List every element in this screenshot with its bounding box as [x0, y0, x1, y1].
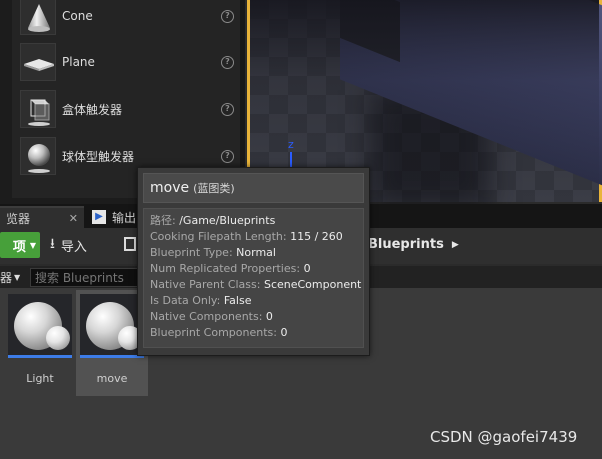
place-item-label: 球体型触发器: [62, 149, 135, 164]
download-icon: ⭳: [50, 236, 55, 252]
close-icon[interactable]: ✕: [69, 212, 78, 225]
place-item-plane[interactable]: Plane ?: [20, 40, 240, 84]
import-button[interactable]: ⭳ 导入: [50, 232, 87, 258]
tooltip-header: move (蓝图类): [143, 173, 364, 203]
add-new-label: 项: [12, 239, 26, 255]
tooltip-asset-name: move: [150, 180, 190, 196]
tooltip-value: 115 / 260: [290, 230, 343, 243]
tooltip-key: Cooking Filepath Length:: [150, 230, 287, 243]
filters-label: 器: [0, 270, 13, 285]
plane-icon: [20, 43, 56, 81]
import-label: 导入: [60, 239, 87, 255]
tab-label: 览器: [6, 211, 31, 226]
box-trigger-icon: [20, 90, 56, 128]
add-new-button[interactable]: 项 ▼: [0, 232, 40, 258]
asset-tile-light[interactable]: Light: [4, 290, 76, 396]
tooltip-details: 路径: /Game/Blueprints Cooking Filepath Le…: [143, 208, 364, 348]
tooltip-key: Native Components:: [150, 310, 263, 323]
tooltip-row: Cooking Filepath Length: 115 / 260: [150, 229, 357, 245]
place-item-label: 盒体触发器: [62, 102, 123, 117]
tooltip-value: 0: [303, 262, 311, 275]
sphere-thumbnail-icon: [8, 294, 72, 358]
tooltip-row: Native Components: 0: [150, 309, 357, 325]
asset-tooltip: move (蓝图类) 路径: /Game/Blueprints Cooking …: [137, 167, 370, 356]
tooltip-value: 0: [265, 310, 273, 323]
tab-label: 输出: [112, 210, 137, 225]
asset-label: move: [96, 372, 128, 385]
chevron-right-icon[interactable]: ▶: [452, 240, 459, 250]
axis-z-label: z: [288, 138, 294, 151]
tooltip-value: SceneComponent: [263, 278, 362, 291]
cone-icon: [20, 0, 56, 35]
asset-label: Light: [26, 372, 54, 385]
breadcrumb[interactable]: Blueprints ▶: [368, 237, 459, 252]
tooltip-row: Native Parent Class: SceneComponent: [150, 277, 361, 293]
place-item-label: Plane: [62, 55, 95, 69]
tooltip-key: Native Parent Class:: [150, 278, 261, 291]
filters-button[interactable]: 器 ▼: [0, 268, 20, 286]
breadcrumb-folder[interactable]: Blueprints: [368, 237, 444, 252]
help-icon[interactable]: ?: [221, 55, 234, 69]
watermark: CSDN @gaofei7439: [430, 428, 578, 446]
tooltip-value: Normal: [236, 246, 276, 259]
search-input[interactable]: [30, 268, 138, 287]
help-icon[interactable]: ?: [221, 102, 234, 116]
tab-content-browser[interactable]: 览器 ✕: [0, 206, 84, 228]
place-item-label: Cone: [62, 9, 93, 23]
tooltip-row: Num Replicated Properties: 0: [150, 261, 357, 277]
place-item-cone[interactable]: Cone ?: [20, 0, 240, 38]
tooltip-value: False: [223, 294, 252, 307]
tooltip-key: Blueprint Components:: [150, 326, 277, 339]
chevron-down-icon: ▼: [29, 240, 36, 250]
tooltip-asset-kind: (蓝图类): [193, 182, 235, 195]
tooltip-row: Is Data Only: False: [150, 293, 357, 309]
tooltip-key: 路径:: [150, 214, 176, 227]
tooltip-key: Num Replicated Properties:: [150, 262, 301, 275]
chevron-down-icon: ▼: [14, 272, 21, 282]
tooltip-key: Blueprint Type:: [150, 246, 233, 259]
tab-output-log[interactable]: ▶ 输出: [86, 206, 142, 228]
save-all-icon[interactable]: [124, 237, 136, 251]
tooltip-key: Is Data Only:: [150, 294, 221, 307]
place-item-box-trigger[interactable]: 盒体触发器 ?: [20, 87, 240, 131]
help-icon[interactable]: ?: [221, 149, 234, 163]
tooltip-value: /Game/Blueprints: [179, 214, 276, 227]
sphere-trigger-icon: [20, 137, 56, 175]
help-icon[interactable]: ?: [221, 9, 234, 23]
tooltip-row: 路径: /Game/Blueprints: [150, 213, 357, 229]
output-log-icon: ▶: [92, 210, 106, 224]
sphere-thumbnail-icon: [80, 294, 144, 358]
tooltip-value: 0: [280, 326, 288, 339]
tooltip-row: Blueprint Type: Normal: [150, 245, 357, 261]
tooltip-row: Blueprint Components: 0: [150, 325, 357, 341]
